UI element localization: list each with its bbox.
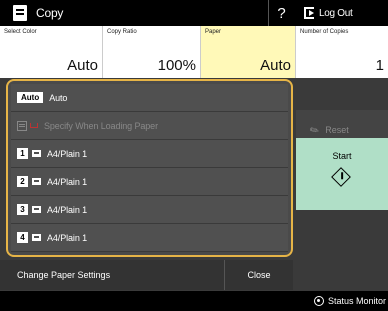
settings-row: Select Color Auto Copy Ratio 100% Paper …: [0, 26, 388, 78]
setting-label: Copy Ratio: [107, 29, 137, 35]
help-button[interactable]: ?: [268, 0, 294, 26]
logout-icon: [304, 7, 314, 19]
paper-item-drawer-2[interactable]: 2 A4/Plain 1: [11, 168, 288, 196]
paper-item-label: Auto: [49, 92, 68, 103]
setting-value: Auto: [260, 57, 291, 74]
logout-label: Log Out: [319, 7, 353, 19]
change-paper-settings-button[interactable]: Change Paper Settings: [0, 260, 225, 290]
drawer-number-badge: 1: [17, 148, 28, 159]
logout-button[interactable]: Log Out: [296, 0, 388, 26]
paper-item-label: A4/Plain 1: [47, 176, 88, 187]
app-title: Copy: [36, 6, 64, 20]
status-monitor-button[interactable]: Status Monitor: [313, 291, 388, 311]
paper-setting[interactable]: Paper Auto: [201, 26, 296, 78]
paper-source-list: Auto Auto Specify When Loading Paper 1 A…: [6, 79, 293, 257]
setting-label: Paper: [205, 29, 222, 35]
status-monitor-icon: [313, 296, 324, 306]
paper-item-manual: Specify When Loading Paper: [11, 112, 288, 140]
paper-drawer-icon: [32, 150, 41, 157]
auto-badge: Auto: [17, 92, 44, 103]
top-bar: Copy ? Log Out: [0, 0, 388, 26]
select-color-setting[interactable]: Select Color Auto: [0, 26, 103, 78]
bottom-bar: Change Paper Settings Close: [0, 260, 293, 290]
paper-loading-icon: [30, 123, 38, 128]
setting-label: Number of Copies: [300, 29, 349, 35]
status-bar: Status Monitor: [0, 291, 388, 311]
copy-icon: [13, 5, 27, 21]
paper-item-label: Specify When Loading Paper: [44, 120, 158, 131]
multipurpose-tray-icon: [17, 120, 27, 131]
setting-value: 100%: [157, 57, 196, 74]
setting-value: Auto: [67, 57, 98, 74]
drawer-number-badge: 3: [17, 204, 28, 215]
setting-value: 1: [375, 57, 384, 74]
setting-label: Select Color: [4, 29, 37, 35]
paper-item-drawer-3[interactable]: 3 A4/Plain 1: [11, 196, 288, 224]
status-monitor-label: Status Monitor: [327, 296, 386, 306]
paper-item-drawer-1[interactable]: 1 A4/Plain 1: [11, 140, 288, 168]
paper-drawer-icon: [32, 178, 41, 185]
drawer-number-badge: 4: [17, 232, 28, 243]
reset-label: Reset: [325, 125, 349, 135]
close-button[interactable]: Close: [225, 260, 293, 290]
paper-item-label: A4/Plain 1: [47, 148, 88, 159]
number-of-copies-setting[interactable]: Number of Copies 1: [296, 26, 388, 78]
copy-ratio-setting[interactable]: Copy Ratio 100%: [103, 26, 201, 78]
paper-item-auto[interactable]: Auto Auto: [11, 84, 288, 112]
paper-item-label: A4/Plain 1: [47, 204, 88, 215]
start-button[interactable]: Start: [296, 138, 388, 210]
start-icon: [331, 167, 351, 187]
reset-icon: ✎: [307, 122, 322, 138]
drawer-number-badge: 2: [17, 176, 28, 187]
paper-drawer-icon: [32, 206, 41, 213]
start-label: Start: [332, 151, 352, 161]
paper-item-label: A4/Plain 1: [47, 232, 88, 243]
paper-item-drawer-4[interactable]: 4 A4/Plain 1: [11, 224, 288, 252]
paper-drawer-icon: [32, 234, 41, 241]
